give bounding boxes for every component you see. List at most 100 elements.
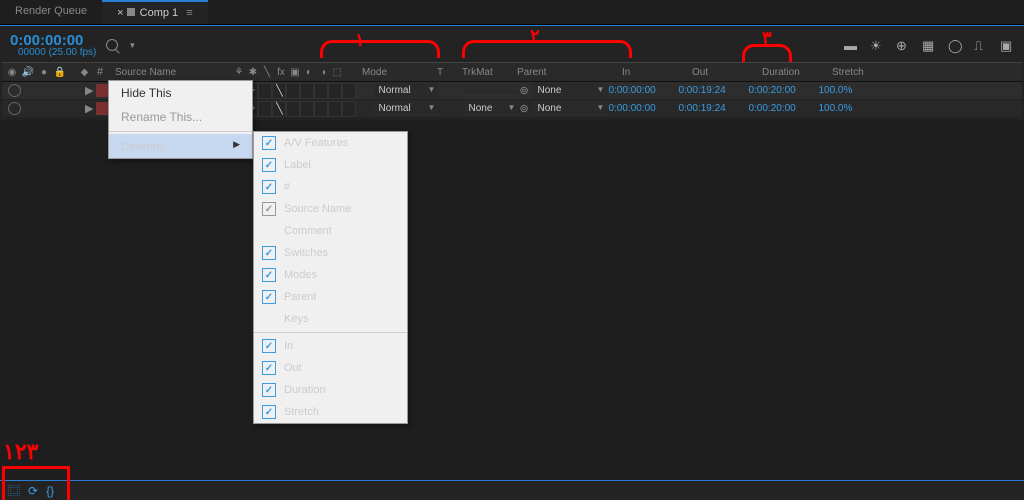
sw-mb[interactable] (314, 101, 328, 117)
motion-blur-icon: ◐ (302, 65, 316, 79)
in-value[interactable]: 0:00:00:00 (608, 85, 678, 96)
blend-mode-dropdown[interactable]: Normal▼ (374, 101, 439, 116)
trkmat-dropdown[interactable] (464, 89, 519, 93)
column-toggle-in[interactable]: ✓In (254, 335, 407, 357)
visibility-toggle[interactable] (8, 102, 21, 115)
expand-arrow-icon[interactable]: ▶ (85, 102, 93, 115)
checkbox-icon: ✓ (262, 383, 276, 397)
column-toggle-duration[interactable]: ✓ Duration (254, 379, 407, 401)
checkbox-icon: ✓ (262, 202, 276, 216)
duration-value[interactable]: 0:00:20:00 (748, 85, 818, 96)
sw-fb[interactable] (300, 83, 314, 99)
column-toggle-label: Duration (284, 384, 326, 396)
source-header[interactable]: Source Name (112, 67, 232, 78)
checkbox-icon: ✓ (262, 361, 276, 375)
column-toggle-label: Modes (284, 269, 317, 281)
ctx-columns[interactable]: Columns▶ (109, 134, 252, 158)
column-toggle-modes[interactable]: ✓ Modes (254, 264, 407, 286)
duration-value[interactable]: 0:00:20:00 (748, 103, 818, 114)
sw-3d[interactable] (342, 101, 356, 117)
column-toggle-label: Keys (284, 313, 308, 325)
search-dropdown-icon[interactable]: ▼ (128, 41, 136, 50)
column-toggle-sourcename[interactable]: ✓Source Name (254, 198, 407, 220)
fps-display: 00000 (25.00 fps) (10, 47, 96, 58)
column-toggle-parent[interactable]: ✓Parent (254, 286, 407, 308)
stretch-value[interactable]: 100.0% (818, 85, 870, 96)
ctx-columns-label: Columns (121, 141, 164, 153)
shy-icon: ⚘ (232, 65, 246, 79)
visibility-toggle[interactable] (8, 84, 21, 97)
checkbox-icon: ✓ (262, 158, 276, 172)
pickwhip-icon[interactable]: ⊚ (519, 102, 533, 115)
tool-1-icon[interactable]: ▬ (844, 38, 860, 54)
sw-adj[interactable] (328, 101, 342, 117)
column-toggle-[interactable]: ✓# (254, 176, 407, 198)
solo-header-icon: ● (37, 65, 51, 79)
trkmat-dropdown[interactable]: None▼ (464, 101, 519, 116)
stretch-value[interactable]: 100.0% (818, 103, 870, 114)
annotation-box-bl (2, 466, 70, 500)
tool-shy-icon[interactable]: ▣ (1000, 38, 1016, 54)
annotation-bracket-3 (742, 44, 792, 62)
sw-3d[interactable] (342, 83, 356, 99)
sw-quality[interactable]: ╲ (272, 83, 286, 99)
parent-dropdown[interactable]: None▼ (533, 83, 608, 98)
submenu-separator (254, 332, 407, 333)
parent-dropdown[interactable]: None▼ (533, 101, 608, 116)
in-value[interactable]: 0:00:00:00 (608, 103, 678, 114)
tool-grid-icon[interactable]: ▦ (922, 38, 938, 54)
column-toggle-label[interactable]: ✓Label (254, 154, 407, 176)
mode-header[interactable]: Mode (362, 67, 437, 78)
duration-header[interactable]: Duration (762, 67, 832, 78)
out-header[interactable]: Out (692, 67, 762, 78)
annotation-bracket-2 (462, 40, 632, 58)
tool-sun-icon[interactable]: ☀ (870, 38, 886, 54)
annotation-bl: ١٢٣ (3, 439, 38, 465)
checkbox-icon: ✓ (262, 268, 276, 282)
column-toggle-label: # (284, 181, 290, 193)
tool-globe-icon[interactable]: ⊕ (896, 38, 912, 54)
sw-mb[interactable] (314, 83, 328, 99)
parent-header[interactable]: Parent (517, 67, 622, 78)
tool-circle-icon[interactable]: ◯ (948, 38, 964, 54)
column-toggle-comment[interactable]: Comment (254, 220, 407, 242)
checkbox-icon: ✓ (262, 246, 276, 260)
sw-quality[interactable]: ╲ (272, 101, 286, 117)
tab-render-queue[interactable]: Render Queue (0, 0, 102, 24)
tool-graph-icon[interactable]: ⎍ (974, 38, 990, 54)
column-toggle-avfeatures[interactable]: ✓A/V Features (254, 132, 407, 154)
checkbox-icon: ✓ (262, 180, 276, 194)
out-value[interactable]: 0:00:19:24 (678, 85, 748, 96)
expand-arrow-icon[interactable]: ▶ (85, 84, 93, 97)
checkbox-icon: ✓ (262, 136, 276, 150)
panel-toolbar: ▬ ☀ ⊕ ▦ ◯ ⎍ ▣ (844, 38, 1016, 54)
trkmat-header[interactable]: TrkMat (462, 67, 517, 78)
out-value[interactable]: 0:00:19:24 (678, 103, 748, 114)
column-toggle-switches[interactable]: ✓ Switches (254, 242, 407, 264)
sw-adj[interactable] (328, 83, 342, 99)
sw-star[interactable] (258, 101, 272, 117)
column-headers: ◉ 🔊 ● 🔒 ◆ # Source Name ⚘ ✱ ╲ fx ▣ ◐ ◑ ⬚… (2, 62, 1022, 82)
bottom-bar: ⿴ ⟳ {} (0, 480, 1024, 500)
pickwhip-icon[interactable]: ⊚ (519, 84, 533, 97)
column-toggle-stretch[interactable]: ✓Stretch (254, 401, 407, 423)
search-icon[interactable] (106, 39, 118, 51)
star-icon: ✱ (246, 65, 260, 79)
sw-fb[interactable] (300, 101, 314, 117)
column-toggle-label: Switches (284, 247, 328, 259)
column-toggle-keys[interactable]: Keys (254, 308, 407, 330)
column-toggle-out[interactable]: ✓Out (254, 357, 407, 379)
ctx-hide[interactable]: Hide This (109, 81, 252, 105)
column-toggle-label: Comment (284, 225, 332, 237)
tab-menu-icon[interactable]: ≡ (186, 7, 192, 19)
num-header[interactable]: # (97, 66, 112, 78)
blend-mode-dropdown[interactable]: Normal▼ (374, 83, 439, 98)
tab-comp[interactable]: × Comp 1≡ (102, 0, 207, 24)
sw-fx[interactable] (286, 101, 300, 117)
stretch-header[interactable]: Stretch (832, 67, 884, 78)
sw-fx[interactable] (286, 83, 300, 99)
sw-star[interactable] (258, 83, 272, 99)
in-header[interactable]: In (622, 67, 692, 78)
t-header[interactable]: T (437, 67, 462, 78)
checkbox-icon: ✓ (262, 339, 276, 353)
